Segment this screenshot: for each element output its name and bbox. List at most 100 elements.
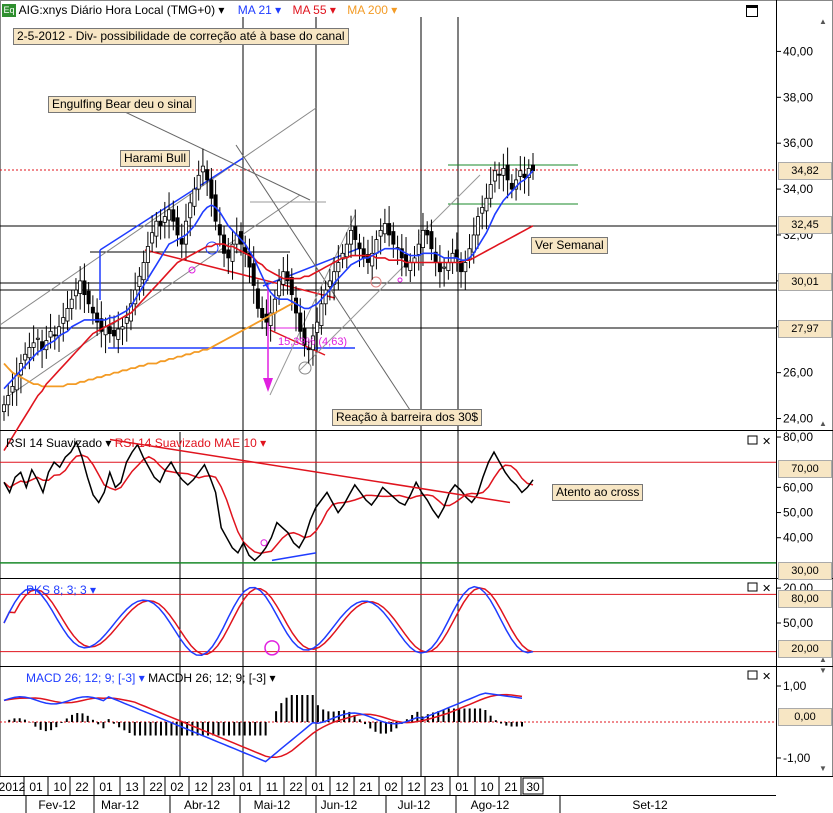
chevron-down-icon[interactable]: ▾: [102, 436, 115, 450]
candle-body: [349, 229, 354, 245]
scroll-arrow-icon[interactable]: ▼: [819, 666, 827, 675]
projection-arrowhead: [263, 378, 273, 392]
candle-body: [124, 317, 129, 324]
candle-body: [357, 242, 362, 250]
red-trendline: [144, 249, 336, 299]
candle-body: [391, 231, 396, 245]
x-day-label: 23: [430, 780, 444, 794]
candle-body: [387, 223, 392, 236]
candle-body: [6, 395, 11, 406]
marker-circle: [298, 361, 312, 375]
close-icon[interactable]: ✕: [762, 671, 771, 683]
note-harami[interactable]: Harami Bull: [120, 150, 191, 167]
x-day-label: 01: [239, 780, 253, 794]
candle-body: [408, 262, 413, 271]
candle-body: [179, 238, 184, 245]
chevron-down-icon[interactable]: ▾: [388, 3, 397, 17]
x-day-label: 13: [125, 780, 139, 794]
macd-tag-0: 0,00: [778, 708, 832, 726]
candle-body: [196, 174, 201, 190]
candle-body: [209, 179, 214, 199]
candle-body: [315, 321, 320, 333]
candle-body: [23, 353, 28, 361]
rsi-tick-label: 50,00: [783, 506, 813, 520]
x-day-label: 22: [75, 780, 89, 794]
instrument-icon: Eq: [2, 4, 16, 18]
chevron-down-icon[interactable]: ▾: [135, 671, 148, 685]
candle-body: [272, 298, 277, 314]
x-month-label: Jul-12: [398, 798, 431, 812]
candle-body: [327, 280, 332, 287]
chevron-down-icon[interactable]: ▾: [272, 3, 281, 17]
chevron-down-icon[interactable]: ▾: [215, 3, 224, 17]
x-month-label: Mai-12: [254, 798, 291, 812]
macd-signal-line: [3, 693, 523, 759]
price-tag-3: 30,01: [778, 273, 832, 291]
x-day-label: 23: [217, 780, 231, 794]
candle-body: [217, 224, 222, 236]
x-day-label: 12: [194, 780, 208, 794]
price-panel-header: Eq AIG:xnys Diário Hora Local (TMG+0) ▾ …: [2, 3, 397, 18]
chevron-down-icon[interactable]: ▾: [257, 436, 266, 450]
note-title[interactable]: 2-5-2012 - Div- possibilidade de correçã…: [13, 28, 349, 45]
scroll-arrow-icon[interactable]: ▲: [819, 17, 827, 26]
candle-body: [353, 226, 358, 240]
note-atento[interactable]: Atento ao cross: [552, 484, 644, 501]
x-day-label: 01: [455, 780, 469, 794]
candle-body: [137, 275, 142, 287]
chevron-down-icon[interactable]: ▾: [266, 671, 275, 685]
close-icon[interactable]: ✕: [762, 583, 771, 595]
candle-body: [294, 297, 299, 314]
candle-body: [95, 312, 100, 323]
rsi-legend[interactable]: RSI 14 Suavizado: [6, 436, 102, 450]
candle-body: [501, 168, 506, 176]
candle-body: [344, 243, 349, 258]
candle-body: [336, 262, 341, 273]
blue-trendline: [99, 157, 244, 251]
candle-body: [82, 280, 87, 296]
note-ver-semanal[interactable]: Ver Semanal: [531, 237, 608, 254]
candle-body: [154, 220, 159, 237]
price-tick-label: 26,00: [783, 366, 813, 380]
candle-body: [188, 202, 193, 219]
note-engulfing[interactable]: Engulfing Bear deu o sinal: [48, 96, 197, 113]
chart-canvas[interactable]: 40,0038,0036,0034,0032,0030,0028,0026,00…: [0, 0, 833, 813]
candle-body: [27, 346, 32, 359]
rsi-mae-legend[interactable]: RSI 14 Suavizado MAE 10: [115, 436, 257, 450]
chevron-down-icon[interactable]: ▾: [327, 3, 336, 17]
candle-body: [116, 328, 121, 340]
candle-body: [86, 290, 91, 305]
candle-body: [251, 263, 256, 286]
note-reacao[interactable]: Reação à barreira dos 30$: [332, 409, 483, 426]
candle-body: [107, 326, 112, 335]
rsi-tick-label: 80,00: [783, 430, 813, 444]
maximize-icon: [747, 435, 758, 445]
macd-legend[interactable]: MACD 26; 12; 9; [-3]: [26, 671, 135, 685]
x-day-label: 2012: [0, 780, 26, 794]
candle-body: [31, 342, 36, 348]
chevron-down-icon[interactable]: ▾: [87, 583, 96, 597]
macdh-legend[interactable]: MACDH 26; 12; 9; [-3]: [148, 671, 266, 685]
candle-body: [306, 348, 311, 351]
scroll-arrow-icon[interactable]: ▲: [819, 419, 827, 428]
chart-window: 40,0038,0036,0034,0032,0030,0028,0026,00…: [0, 0, 833, 813]
x-day-label: 01: [311, 780, 325, 794]
ma200-legend[interactable]: MA 200: [347, 3, 388, 17]
ma21-legend[interactable]: MA 21: [238, 3, 272, 17]
instrument-label[interactable]: AIG:xnys Diário Hora Local (TMG+0): [19, 3, 215, 17]
candle-body: [162, 216, 167, 223]
ma55-legend[interactable]: MA 55: [293, 3, 327, 17]
candle-body: [158, 220, 163, 227]
rsi-tag-70: 70,00: [778, 460, 832, 478]
close-icon[interactable]: ✕: [762, 436, 771, 448]
maximize-icon[interactable]: [746, 5, 758, 17]
candle-body: [471, 234, 476, 253]
scroll-arrow-icon[interactable]: ▼: [819, 764, 827, 773]
x-day-label: 02: [384, 780, 398, 794]
pks-legend[interactable]: PKS 8; 3; 3: [26, 583, 87, 597]
candle-body: [65, 307, 70, 322]
x-day-label: 11: [266, 780, 279, 794]
macd-tick-label: -1,00: [783, 751, 811, 765]
candle-body: [509, 182, 514, 190]
x-day-label: 01: [29, 780, 43, 794]
